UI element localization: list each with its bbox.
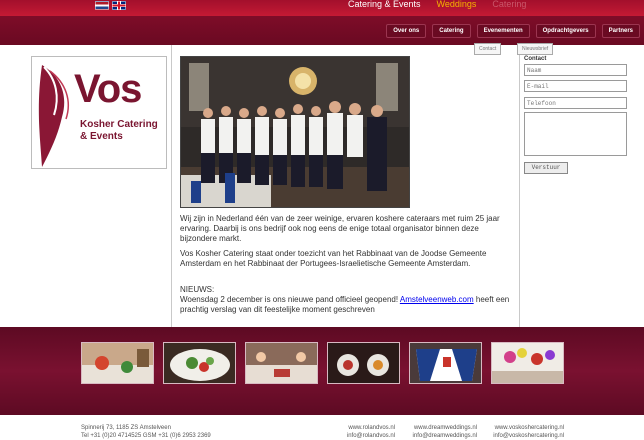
gallery-thumb-flowers[interactable] [491, 342, 564, 384]
footer-web-link[interactable]: www.rolandvos.nl [330, 424, 395, 432]
dutch-flag-icon[interactable] [95, 1, 109, 10]
gallery-thumb-dishes[interactable] [327, 342, 400, 384]
gallery-thumbnails [81, 342, 564, 384]
gallery-thumb-buffet[interactable] [81, 342, 154, 384]
english-flag-icon[interactable] [112, 1, 126, 10]
sub-nav: Over ons Catering Evenementen Opdrachtge… [386, 24, 640, 38]
footer-mail-link[interactable]: info@dreamweddings.nl [400, 432, 477, 440]
footer-links-rolandvos: www.rolandvos.nl info@rolandvos.nl [330, 424, 395, 440]
news-text: Woensdag 2 december is ons nieuwe pand o… [180, 295, 400, 304]
top-nav-catering[interactable]: Catering [492, 0, 526, 9]
left-divider [171, 45, 172, 327]
staff-photo-image [181, 57, 409, 207]
gallery-thumb-cake[interactable] [409, 342, 482, 384]
language-flags [95, 1, 126, 10]
naam-field[interactable] [524, 64, 627, 76]
staff-group-photo [180, 56, 410, 208]
verstuur-button[interactable]: Verstuur [524, 162, 568, 174]
top-nav-weddings[interactable]: Weddings [437, 0, 477, 9]
contact-button[interactable]: Contact [474, 43, 502, 55]
top-nav-catering-events[interactable]: Catering & Events [348, 0, 421, 9]
top-nav: Catering & Events Weddings Catering [348, 0, 526, 9]
gallery-thumb-table[interactable] [245, 342, 318, 384]
footer-mail-link[interactable]: info@rolandvos.nl [330, 432, 395, 440]
logo-subtitle: Kosher Catering & Events [80, 119, 158, 142]
nav-opdrachtgevers[interactable]: Opdrachtgevers [535, 24, 596, 38]
email-field[interactable] [524, 80, 627, 92]
contact-form-label: Contact [524, 56, 547, 62]
nav-catering[interactable]: Catering [432, 24, 471, 38]
footer-mail-link[interactable]: info@voskoshercatering.nl [482, 432, 564, 440]
right-divider [519, 45, 520, 327]
gallery-thumb-salad[interactable] [163, 342, 236, 384]
rabbinate-paragraph: Vos Kosher Catering staat onder toezicht… [180, 249, 487, 268]
nav-over-ons[interactable]: Over ons [386, 24, 427, 38]
footer-web-link[interactable]: www.voskoshercatering.nl [482, 424, 564, 432]
telefoon-field[interactable] [524, 97, 627, 109]
nav-partners[interactable]: Partners [601, 24, 640, 38]
message-textarea[interactable] [524, 112, 627, 156]
footer-links-dreamweddings: www.dreamweddings.nl info@dreamweddings.… [400, 424, 477, 440]
vos-logo[interactable]: Vos Kosher Catering & Events [31, 56, 167, 169]
nav-evenementen[interactable]: Evenementen [476, 24, 530, 38]
nieuwsbrief-button[interactable]: Nieuwsbrief [517, 43, 554, 55]
footer-web-link[interactable]: www.dreamweddings.nl [400, 424, 477, 432]
news-block: NIEUWS: Woensdag 2 december is ons nieuw… [180, 285, 510, 315]
amstelveenweb-link[interactable]: Amstelveenweb.com [400, 295, 474, 304]
news-label: NIEUWS: [180, 285, 215, 294]
top-header-bar: Catering & Events Weddings Catering [0, 0, 644, 16]
footer-links-voskoshercatering: www.voskoshercatering.nl info@voskosherc… [482, 424, 564, 440]
logo-wordmark: Vos [74, 67, 142, 111]
footer-address: Spinnerij 73, 1185 ZS Amstelveen Tel +31… [81, 425, 211, 439]
sub-nav-bar: Over ons Catering Evenementen Opdrachtge… [0, 16, 644, 45]
intro-paragraph: Wij zijn in Nederland één van de zeer we… [180, 214, 500, 243]
